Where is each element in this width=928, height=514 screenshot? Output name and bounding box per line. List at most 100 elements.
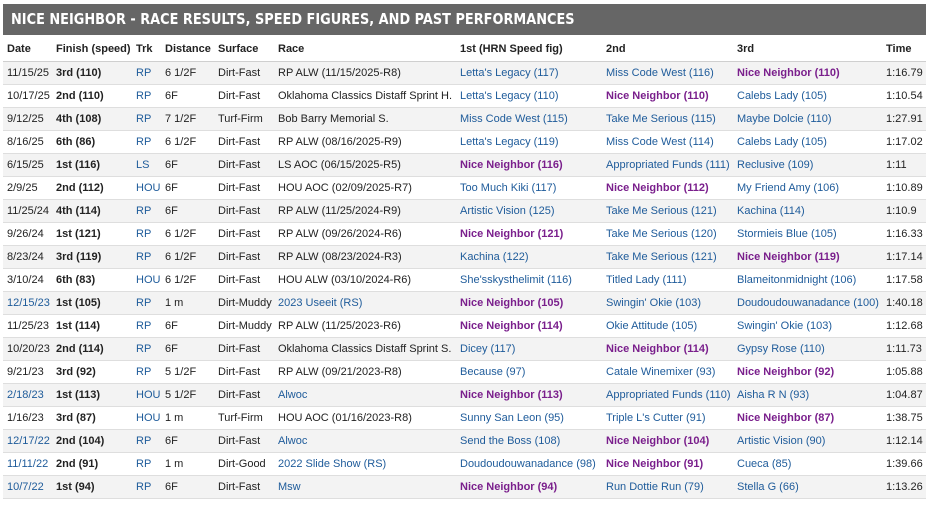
cell-race: Oklahoma Classics Distaff Sprint H. <box>274 84 456 108</box>
cell-third-place[interactable]: Nice Neighbor (110) <box>733 61 882 85</box>
col-header-third[interactable]: 3rd <box>733 37 882 62</box>
cell-second-place[interactable]: Okie Attitude (105) <box>602 314 733 338</box>
cell-third-place[interactable]: Calebs Lady (105) <box>733 130 882 154</box>
cell-first-place[interactable]: She'sskysthelimit (116) <box>456 268 602 292</box>
cell-third-place[interactable]: Aisha R N (93) <box>733 383 882 407</box>
cell-first-place[interactable]: Nice Neighbor (114) <box>456 314 602 338</box>
cell-race[interactable]: 2023 Useeit (RS) <box>274 291 456 315</box>
cell-date[interactable]: 10/7/22 <box>3 475 52 499</box>
cell-first-place[interactable]: Artistic Vision (125) <box>456 199 602 223</box>
cell-track[interactable]: RP <box>132 360 161 384</box>
cell-third-place[interactable]: Stormieis Blue (105) <box>733 222 882 246</box>
cell-second-place[interactable]: Take Me Serious (121) <box>602 199 733 223</box>
cell-track[interactable]: RP <box>132 245 161 269</box>
cell-third-place[interactable]: Nice Neighbor (119) <box>733 245 882 269</box>
cell-track[interactable]: RP <box>132 452 161 476</box>
cell-first-place[interactable]: Dicey (117) <box>456 337 602 361</box>
cell-second-place[interactable]: Take Me Serious (121) <box>602 245 733 269</box>
cell-first-place[interactable]: Too Much Kiki (117) <box>456 176 602 200</box>
cell-first-place[interactable]: Send the Boss (108) <box>456 429 602 453</box>
cell-second-place[interactable]: Swingin' Okie (103) <box>602 291 733 315</box>
cell-first-place[interactable]: Nice Neighbor (94) <box>456 475 602 499</box>
cell-third-place[interactable]: Nice Neighbor (92) <box>733 360 882 384</box>
cell-second-place[interactable]: Nice Neighbor (110) <box>602 84 733 108</box>
cell-track[interactable]: RP <box>132 475 161 499</box>
cell-first-place[interactable]: Letta's Legacy (117) <box>456 61 602 85</box>
cell-second-place[interactable]: Miss Code West (116) <box>602 61 733 85</box>
col-header-surface[interactable]: Surface <box>214 37 274 62</box>
cell-third-place[interactable]: Maybe Dolcie (110) <box>733 107 882 131</box>
cell-second-place[interactable]: Nice Neighbor (112) <box>602 176 733 200</box>
cell-race[interactable]: Alwoc <box>274 429 456 453</box>
cell-second-place[interactable]: Titled Lady (111) <box>602 268 733 292</box>
cell-second-place[interactable]: Triple L's Cutter (91) <box>602 406 733 430</box>
cell-first-place[interactable]: Sunny San Leon (95) <box>456 406 602 430</box>
cell-third-place[interactable]: Kachina (114) <box>733 199 882 223</box>
table-row: 6/15/25 1st (116) LS 6F Dirt-Fast LS AOC (06/… <box>3 153 926 177</box>
cell-first-place[interactable]: Kachina (122) <box>456 245 602 269</box>
cell-third-place[interactable]: Stella G (66) <box>733 475 882 499</box>
cell-third-place[interactable]: Swingin' Okie (103) <box>733 314 882 338</box>
cell-track[interactable]: HOU <box>132 268 161 292</box>
cell-track[interactable]: HOU <box>132 406 161 430</box>
cell-first-place[interactable]: Doudoudouwanadance (98) <box>456 452 602 476</box>
cell-third-place[interactable]: Reclusive (109) <box>733 153 882 177</box>
cell-date[interactable]: 12/15/23 <box>3 291 52 315</box>
cell-second-place[interactable]: Take Me Serious (120) <box>602 222 733 246</box>
cell-track[interactable]: RP <box>132 291 161 315</box>
col-header-trk[interactable]: Trk <box>132 37 161 62</box>
cell-second-place[interactable]: Run Dottie Run (79) <box>602 475 733 499</box>
cell-time: 1:13.26 <box>882 475 926 499</box>
cell-third-place[interactable]: Doudoudouwanadance (100) <box>733 291 882 315</box>
cell-track[interactable]: RP <box>132 429 161 453</box>
cell-first-place[interactable]: Because (97) <box>456 360 602 384</box>
cell-first-place[interactable]: Letta's Legacy (119) <box>456 130 602 154</box>
cell-track[interactable]: LS <box>132 153 161 177</box>
cell-second-place[interactable]: Nice Neighbor (104) <box>602 429 733 453</box>
cell-track[interactable]: RP <box>132 61 161 85</box>
cell-track[interactable]: RP <box>132 222 161 246</box>
cell-track[interactable]: RP <box>132 314 161 338</box>
col-header-second[interactable]: 2nd <box>602 37 733 62</box>
cell-second-place[interactable]: Appropriated Funds (111) <box>602 153 733 177</box>
cell-track[interactable]: HOU <box>132 383 161 407</box>
col-header-first[interactable]: 1st (HRN Speed fig) <box>456 37 602 62</box>
cell-track[interactable]: RP <box>132 199 161 223</box>
cell-track[interactable]: RP <box>132 84 161 108</box>
col-header-finish[interactable]: Finish (speed) <box>52 37 132 62</box>
cell-third-place[interactable]: Calebs Lady (105) <box>733 84 882 108</box>
cell-date[interactable]: 12/17/22 <box>3 429 52 453</box>
cell-second-place[interactable]: Nice Neighbor (91) <box>602 452 733 476</box>
cell-track[interactable]: RP <box>132 107 161 131</box>
cell-race[interactable]: 2022 Slide Show (RS) <box>274 452 456 476</box>
cell-second-place[interactable]: Nice Neighbor (114) <box>602 337 733 361</box>
cell-race: LS AOC (06/15/2025-R5) <box>274 153 456 177</box>
cell-third-place[interactable]: Nice Neighbor (87) <box>733 406 882 430</box>
cell-first-place[interactable]: Nice Neighbor (113) <box>456 383 602 407</box>
cell-date[interactable]: 11/11/22 <box>3 452 52 476</box>
cell-track[interactable]: HOU <box>132 176 161 200</box>
cell-second-place[interactable]: Take Me Serious (115) <box>602 107 733 131</box>
cell-second-place[interactable]: Catale Winemixer (93) <box>602 360 733 384</box>
col-header-distance[interactable]: Distance <box>161 37 214 62</box>
cell-third-place[interactable]: Blameitonmidnight (106) <box>733 268 882 292</box>
cell-first-place[interactable]: Nice Neighbor (116) <box>456 153 602 177</box>
cell-first-place[interactable]: Nice Neighbor (105) <box>456 291 602 315</box>
cell-third-place[interactable]: Artistic Vision (90) <box>733 429 882 453</box>
col-header-time[interactable]: Time <box>882 37 926 62</box>
cell-race[interactable]: Msw <box>274 475 456 499</box>
cell-first-place[interactable]: Miss Code West (115) <box>456 107 602 131</box>
cell-race[interactable]: Alwoc <box>274 383 456 407</box>
cell-third-place[interactable]: Cueca (85) <box>733 452 882 476</box>
col-header-race[interactable]: Race <box>274 37 456 62</box>
cell-second-place[interactable]: Appropriated Funds (110) <box>602 383 733 407</box>
cell-first-place[interactable]: Letta's Legacy (110) <box>456 84 602 108</box>
cell-second-place[interactable]: Miss Code West (114) <box>602 130 733 154</box>
cell-track[interactable]: RP <box>132 337 161 361</box>
cell-date[interactable]: 2/18/23 <box>3 383 52 407</box>
cell-third-place[interactable]: Gypsy Rose (110) <box>733 337 882 361</box>
cell-first-place[interactable]: Nice Neighbor (121) <box>456 222 602 246</box>
cell-track[interactable]: RP <box>132 130 161 154</box>
col-header-date[interactable]: Date <box>3 37 52 62</box>
cell-third-place[interactable]: My Friend Amy (106) <box>733 176 882 200</box>
